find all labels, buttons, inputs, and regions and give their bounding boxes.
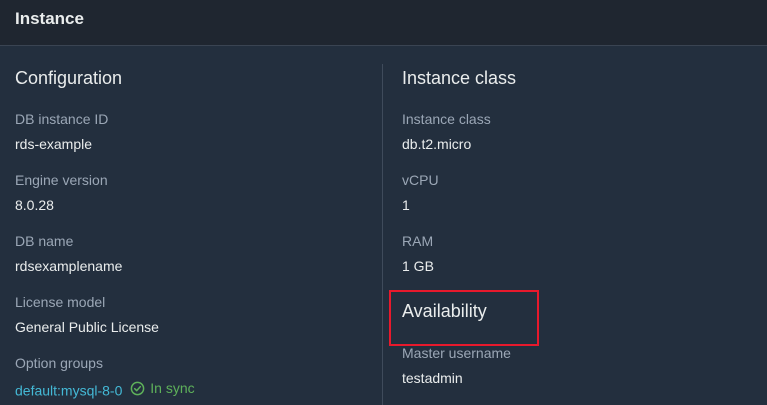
engine-version-field: Engine version 8.0.28 xyxy=(15,171,108,214)
db-instance-id-field: DB instance ID rds-example xyxy=(15,110,108,153)
check-circle-icon xyxy=(130,381,145,395)
ram-value: 1 GB xyxy=(402,258,434,274)
license-model-label: License model xyxy=(15,294,106,310)
column-divider xyxy=(382,64,383,405)
option-groups-label: Option groups xyxy=(15,355,103,371)
instance-class-title: Instance class xyxy=(402,68,517,88)
option-group-status: In sync xyxy=(130,379,195,397)
db-instance-id-label: DB instance ID xyxy=(15,111,109,127)
option-groups-value: default:mysql-8-0 In sync xyxy=(15,379,195,399)
ram-field: RAM 1 GB xyxy=(402,232,434,275)
master-username-highlight xyxy=(389,290,539,346)
db-instance-id-value: rds-example xyxy=(15,136,93,152)
db-name-value: rdsexamplename xyxy=(15,258,123,274)
vcpu-label: vCPU xyxy=(402,172,439,188)
engine-version-label: Engine version xyxy=(15,172,108,188)
instance-details-panel: Configuration DB instance ID rds-example… xyxy=(0,46,767,405)
vcpu-value: 1 xyxy=(402,197,410,213)
instance-class-field: Instance class db.t2.micro xyxy=(402,110,491,153)
instance-header: Instance xyxy=(0,0,767,46)
instance-class-label: Instance class xyxy=(402,111,491,127)
db-name-label: DB name xyxy=(15,233,74,249)
license-model-field: License model General Public License xyxy=(15,293,159,336)
master-username-field: Master username testadmin xyxy=(402,344,511,387)
option-group-link[interactable]: default:mysql-8-0 xyxy=(15,383,122,399)
master-username-value: testadmin xyxy=(402,370,463,386)
option-groups-field: Option groups default:mysql-8-0 In sync xyxy=(15,354,195,399)
db-name-field: DB name rdsexamplename xyxy=(15,232,122,275)
master-username-label: Master username xyxy=(402,345,511,361)
configuration-title: Configuration xyxy=(15,68,123,88)
instance-class-value: db.t2.micro xyxy=(402,136,472,152)
license-model-value: General Public License xyxy=(15,319,159,335)
vcpu-field: vCPU 1 xyxy=(402,171,439,214)
sync-status-text: In sync xyxy=(150,380,195,396)
page-title: Instance xyxy=(15,9,84,28)
ram-label: RAM xyxy=(402,233,434,249)
engine-version-value: 8.0.28 xyxy=(15,197,54,213)
